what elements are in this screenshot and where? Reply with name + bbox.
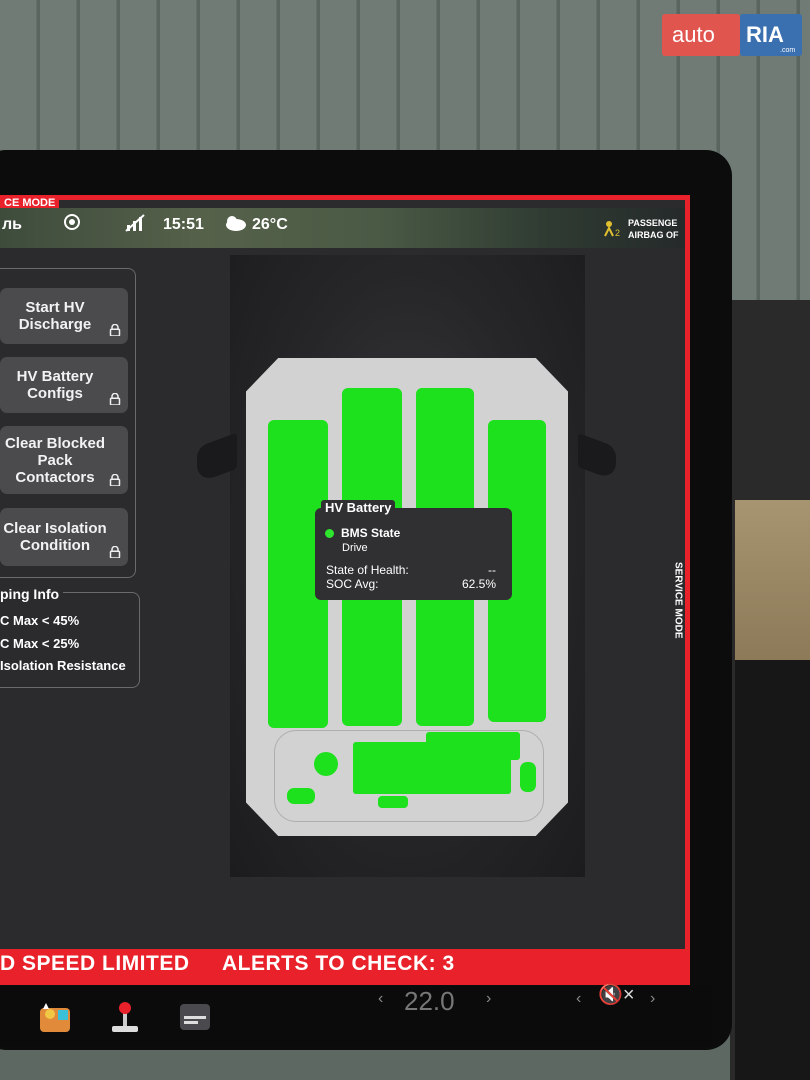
button-label: Contactors xyxy=(15,468,95,486)
no-signal-icon xyxy=(125,214,145,232)
joystick-arcade-icon[interactable] xyxy=(108,1000,142,1034)
button-label: Discharge xyxy=(18,316,92,333)
bms-status-dot xyxy=(325,529,334,538)
bms-state-label: BMS State xyxy=(341,526,401,540)
dashboard xyxy=(735,660,810,1080)
button-label: Condition xyxy=(20,537,90,554)
outside-temperature: 26°C xyxy=(252,216,288,233)
clear-isolation-condition-button[interactable]: Clear Isolation Condition xyxy=(0,508,128,566)
airbag-status-line1: PASSENGE xyxy=(628,218,678,228)
cloud-icon xyxy=(226,216,246,231)
lock-icon xyxy=(109,474,121,486)
button-label: HV Battery xyxy=(16,368,94,385)
toybox-icon[interactable] xyxy=(38,1000,72,1034)
button-label: Clear Blocked xyxy=(4,434,106,452)
soc-avg-label: SOC Avg: xyxy=(326,577,379,591)
dashcam-viewer-icon[interactable] xyxy=(178,1000,212,1034)
state-of-health-value: -- xyxy=(488,563,496,577)
airbag-status-line2: AIRBAG OF xyxy=(628,230,679,240)
status-bar-map[interactable] xyxy=(0,208,685,248)
temp-increase-chevron[interactable]: › xyxy=(486,990,491,1008)
lock-icon xyxy=(109,324,121,336)
volume-increase-chevron[interactable]: › xyxy=(650,990,655,1008)
svg-text:RIA: RIA xyxy=(746,22,784,47)
sensor-module-right[interactable] xyxy=(520,762,536,792)
info-panel-title: ping Info xyxy=(0,586,64,602)
location-text: ль xyxy=(2,216,22,233)
button-label: Clear Isolation xyxy=(3,520,107,537)
volume-muted-icon[interactable]: 🔇× xyxy=(598,982,635,1007)
sensor-module-left[interactable] xyxy=(287,788,315,804)
hv-battery-configs-button[interactable]: HV Battery Configs xyxy=(0,357,128,413)
clock: 15:51 xyxy=(163,216,204,233)
button-label: Start HV xyxy=(25,299,85,316)
start-hv-discharge-button[interactable]: Start HV Discharge xyxy=(0,288,128,344)
contactor-module[interactable] xyxy=(426,732,520,760)
button-label: Pack xyxy=(37,451,73,469)
hv-battery-popup-title: HV Battery xyxy=(321,500,396,515)
soc-avg-value: 62.5% xyxy=(462,577,497,591)
cabin-temperature: 22.0 xyxy=(404,986,455,1016)
info-line: C Max < 25% xyxy=(0,636,80,651)
autoria-watermark-logo: auto RIA .com xyxy=(662,14,802,56)
lock-icon xyxy=(109,393,121,405)
info-line: C Max < 45% xyxy=(0,613,80,628)
clear-blocked-pack-contactors-button[interactable]: Clear Blocked Pack Contactors xyxy=(0,426,128,494)
sensor-module-center[interactable] xyxy=(378,796,408,808)
volume-decrease-chevron[interactable]: ‹ xyxy=(576,990,581,1008)
passenger-airbag-icon: 2 xyxy=(603,220,623,238)
svg-text:.com: .com xyxy=(780,47,795,54)
fuse-module[interactable] xyxy=(314,752,338,776)
sentry-icon xyxy=(64,214,80,230)
alerts-to-check[interactable]: ALERTS TO CHECK: 3 xyxy=(222,952,455,976)
bms-state-value: Drive xyxy=(342,542,368,554)
state-of-health-label: State of Health: xyxy=(326,563,409,577)
svg-text:2: 2 xyxy=(615,228,620,238)
service-mode-side-label: SERVICE MODE xyxy=(672,561,684,639)
svg-text:auto: auto xyxy=(672,22,715,47)
wood-trim xyxy=(735,500,810,660)
lock-icon xyxy=(109,546,121,558)
temp-decrease-chevron[interactable]: ‹ xyxy=(378,990,383,1008)
button-label: Configs xyxy=(27,385,83,402)
info-line: Isolation Resistance xyxy=(0,658,126,673)
speed-limited-alert: D SPEED LIMITED xyxy=(0,952,190,975)
